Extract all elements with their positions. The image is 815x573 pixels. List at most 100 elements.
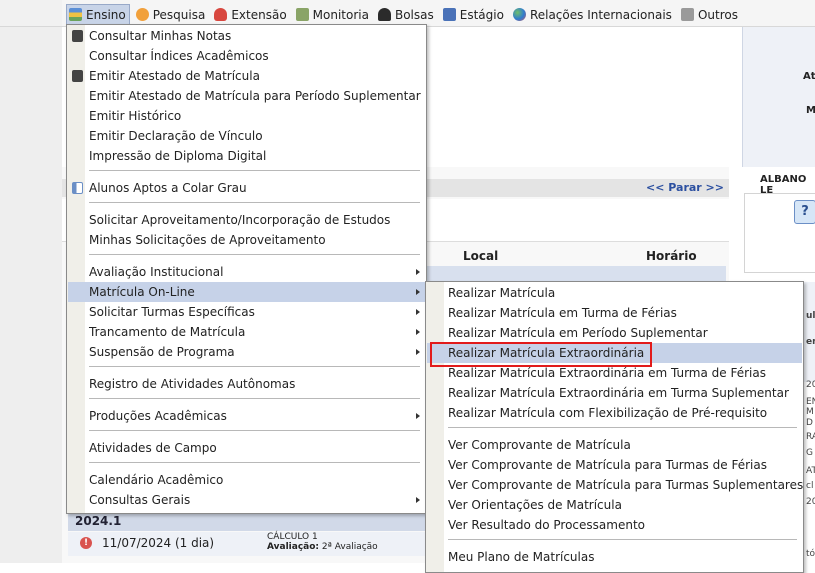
ensino-menu-item[interactable]: Avaliação Institucional — [68, 262, 425, 282]
menu-item-label: Trancamento de Matrícula — [89, 325, 246, 339]
right-fragment: ula — [806, 311, 815, 321]
menu-item-label: Solicitar Turmas Específicas — [89, 305, 255, 319]
ensino-menu-item[interactable]: Registro de Atividades Autônomas — [68, 374, 425, 394]
menu-separator — [89, 430, 420, 431]
right-fragment: RA — [806, 432, 815, 442]
menubar-label: Ensino — [86, 7, 126, 22]
menubar-item-3[interactable]: Monitoria — [294, 5, 372, 24]
menubar-item-2[interactable]: Extensão — [212, 5, 289, 24]
printer-icon — [680, 8, 694, 21]
menu-item-label: Realizar Matrícula com Flexibilização de… — [448, 406, 768, 420]
menu-item-label: Emitir Histórico — [89, 109, 182, 123]
matricula-menu-item[interactable]: Ver Orientações de Matrícula — [427, 495, 802, 515]
right-fragment: tór — [806, 549, 815, 559]
matricula-menu-item[interactable]: Realizar Matrícula Extraordinária em Tur… — [427, 383, 802, 403]
matricula-menu-item[interactable]: Meu Plano de Matrículas — [427, 547, 802, 567]
matricula-menu-item[interactable]: Realizar Matrícula em Turma de Férias — [427, 303, 802, 323]
semester-label: 2024.1 — [75, 514, 122, 528]
matricula-menu-item[interactable]: Ver Comprovante de Matrícula — [427, 435, 802, 455]
matricula-submenu: Realizar Matrícula Realizar Matrícula em … — [425, 281, 804, 573]
menubar-label: Outros — [697, 7, 738, 22]
menu-item-label: Meu Plano de Matrículas — [448, 550, 595, 564]
ensino-menu-item[interactable]: Calendário Acadêmico — [68, 470, 425, 490]
menu-separator — [448, 539, 797, 540]
stop-ticker-link[interactable]: << Parar >> — [646, 181, 724, 194]
ensino-menu-item[interactable]: Suspensão de Programa — [68, 342, 425, 362]
right-fragment: G — [806, 448, 813, 458]
menu-item-label: Realizar Matrícula Extraordinária em Tur… — [448, 386, 789, 400]
menu-item-label: Minhas Solicitações de Aproveitamento — [89, 233, 326, 247]
submenu-arrow-icon — [416, 413, 420, 419]
ensino-menu-item[interactable]: Matrícula On-Line — [68, 282, 425, 302]
menu-item-label: Ver Comprovante de Matrícula — [448, 438, 631, 452]
ensino-menu-item[interactable]: Produções Acadêmicas — [68, 406, 425, 426]
ensino-menu-item[interactable]: Emitir Declaração de Vínculo — [68, 126, 425, 146]
ensino-menu-item[interactable]: Trancamento de Matrícula — [68, 322, 425, 342]
menu-item-label: Realizar Matrícula Extraordinária em Tur… — [448, 366, 766, 380]
profile-panel — [742, 27, 815, 167]
document-icon — [442, 8, 456, 21]
grid-icon — [72, 182, 83, 194]
column-header-horario: Horário — [646, 249, 697, 263]
matricula-menu-item[interactable]: Ver Resultado do Processamento — [427, 515, 802, 535]
menu-separator — [89, 254, 420, 255]
menu-item-label: Ver Resultado do Processamento — [448, 518, 645, 532]
menu-item-label: Emitir Declaração de Vínculo — [89, 129, 263, 143]
menubar-label: Monitoria — [312, 7, 369, 22]
calculator-icon — [72, 70, 83, 82]
ensino-menu-item[interactable]: Emitir Histórico — [68, 106, 425, 126]
submenu-arrow-icon — [416, 309, 420, 315]
menu-item-label: Suspensão de Programa — [89, 345, 235, 359]
ensino-menu-item[interactable]: Consultar Minhas Notas — [68, 26, 425, 46]
right-fragment: AT — [806, 466, 815, 476]
menu-item-label: Ver Comprovante de Matrícula para Turmas… — [448, 478, 804, 492]
profile-label-m: M — [806, 105, 815, 116]
ensino-menu-item[interactable]: Impressão de Diploma Digital — [68, 146, 425, 166]
ensino-menu-item[interactable]: Minhas Solicitações de Aproveitamento — [68, 230, 425, 250]
event-date: 11/07/2024 (1 dia) — [102, 536, 215, 550]
menubar-item-6[interactable]: Relações Internacionais — [511, 5, 675, 24]
right-fragment: M — [806, 407, 814, 417]
ensino-menu-item[interactable]: Atividades de Campo — [68, 438, 425, 458]
matricula-menu-item[interactable]: Realizar Matrícula — [427, 283, 802, 303]
person-icon — [377, 8, 391, 21]
menu-item-label: Ver Comprovante de Matrícula para Turmas… — [448, 458, 767, 472]
ensino-menu-item[interactable]: Consultar Índices Acadêmicos — [68, 46, 425, 66]
ensino-menu-item[interactable]: Alunos Aptos a Colar Grau — [68, 178, 425, 198]
menu-item-label: Produções Acadêmicas — [89, 409, 227, 423]
help-icon[interactable]: ? — [794, 200, 815, 224]
menu-separator — [89, 462, 420, 463]
menubar-item-0[interactable]: Ensino — [66, 4, 130, 25]
ensino-menu-item[interactable]: Solicitar Turmas Específicas — [68, 302, 425, 322]
ensino-menu-item[interactable]: Consultas Gerais — [68, 490, 425, 510]
right-fragment: cl — [806, 481, 814, 491]
ensino-menu: Consultar Minhas Notas Consultar Índices … — [66, 24, 427, 514]
matricula-menu-item[interactable]: Realizar Matrícula em Período Suplementa… — [427, 323, 802, 343]
menu-item-label: Atividades de Campo — [89, 441, 217, 455]
right-fragment: EN — [806, 397, 815, 407]
menu-item-label: Consultar Índices Acadêmicos — [89, 49, 269, 63]
menubar-item-1[interactable]: Pesquisa — [134, 5, 209, 24]
ensino-menu-item[interactable]: Emitir Atestado de Matrícula para Períod… — [68, 86, 425, 106]
submenu-arrow-icon — [416, 289, 420, 295]
menu-item-label: Calendário Acadêmico — [89, 473, 224, 487]
event-eval-value: 2ª Avaliação — [321, 542, 378, 552]
menu-item-label: Realizar Matrícula — [448, 286, 556, 300]
matricula-menu-item[interactable]: Ver Comprovante de Matrícula para Turmas… — [427, 475, 804, 495]
main-menu: Ensino Pesquisa Extensão Monitoria Bolsas Est… — [66, 4, 745, 25]
ensino-menu-item[interactable]: Solicitar Aproveitamento/Incorporação de… — [68, 210, 425, 230]
ensino-menu-item[interactable]: Emitir Atestado de Matrícula — [68, 66, 425, 86]
menu-item-label: Alunos Aptos a Colar Grau — [89, 181, 247, 195]
matricula-menu-item[interactable]: Realizar Matrícula com Flexibilização de… — [427, 403, 802, 423]
matricula-menu-item[interactable]: Ver Comprovante de Matrícula para Turmas… — [427, 455, 802, 475]
column-header-local: Local — [463, 249, 499, 263]
menubar-item-5[interactable]: Estágio — [441, 5, 507, 24]
menubar-item-7[interactable]: Outros — [679, 5, 741, 24]
menubar-item-4[interactable]: Bolsas — [376, 5, 437, 24]
event-course: CÁLCULO 1 — [267, 532, 318, 542]
menubar-label: Pesquisa — [152, 7, 206, 22]
right-fragment: D — [806, 418, 813, 428]
right-fragment: er — [806, 337, 815, 347]
left-gutter — [0, 0, 62, 26]
gift-icon — [214, 8, 228, 21]
